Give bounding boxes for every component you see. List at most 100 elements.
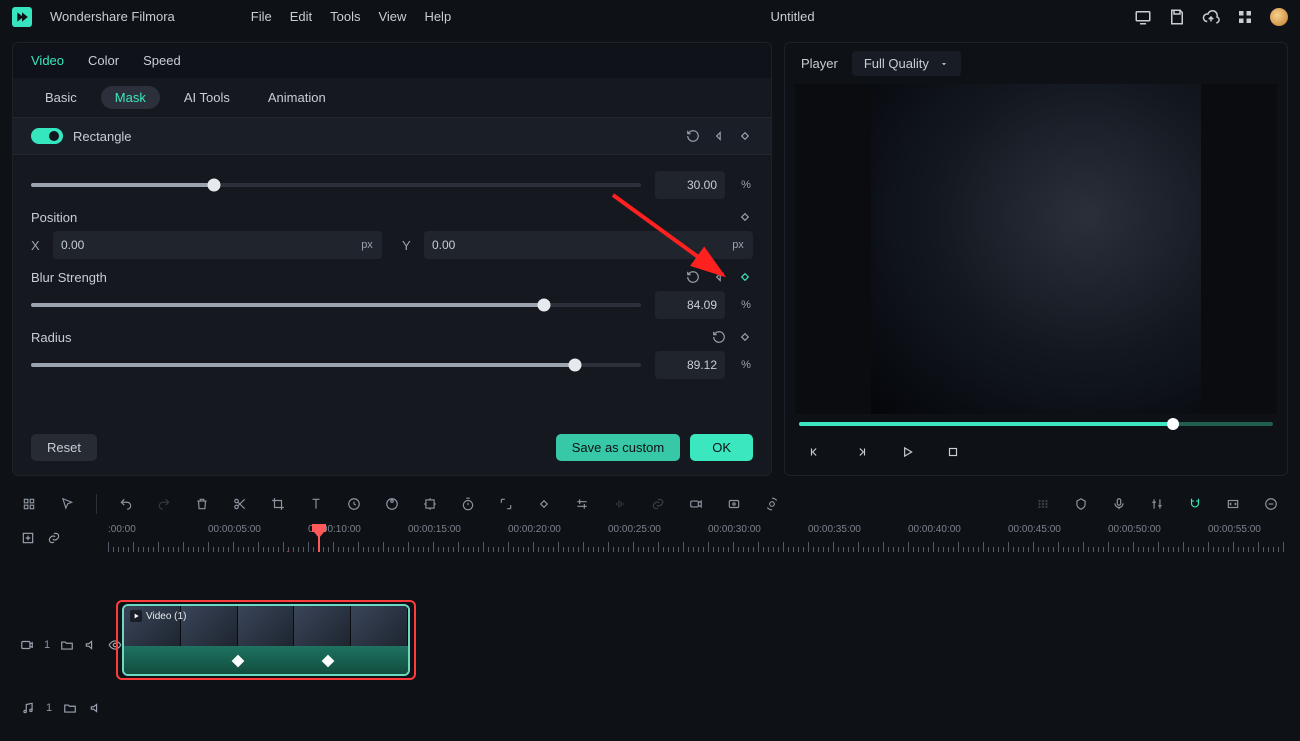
frame-forward-icon[interactable] xyxy=(851,442,871,462)
text-icon[interactable] xyxy=(307,495,325,513)
chevron-down-icon[interactable] xyxy=(749,155,765,157)
video-track-number: 1 xyxy=(44,639,50,651)
record-icon[interactable] xyxy=(687,495,705,513)
menu-edit[interactable]: Edit xyxy=(290,9,312,24)
annotation-arrow-2 xyxy=(236,550,326,552)
select-icon[interactable] xyxy=(20,495,38,513)
video-track-icon[interactable] xyxy=(20,637,34,653)
radius-keyframe-icon[interactable] xyxy=(737,329,753,345)
blur-value[interactable]: 84.09 xyxy=(655,291,725,319)
crop-icon[interactable] xyxy=(269,495,287,513)
cloud-upload-icon[interactable] xyxy=(1202,8,1220,26)
subtab-animation[interactable]: Animation xyxy=(254,86,340,109)
mixer-icon[interactable] xyxy=(1148,495,1166,513)
audio-track-number: 1 xyxy=(46,702,52,714)
primary-tabs: Video Color Speed xyxy=(13,43,771,78)
color-icon[interactable] xyxy=(383,495,401,513)
radius-value[interactable]: 89.12 xyxy=(655,351,725,379)
user-avatar[interactable] xyxy=(1270,8,1288,26)
subtab-mask[interactable]: Mask xyxy=(101,86,160,109)
zoom-out-icon[interactable] xyxy=(1262,495,1280,513)
tab-color[interactable]: Color xyxy=(88,53,119,68)
save-icon[interactable] xyxy=(1168,8,1186,26)
tab-speed[interactable]: Speed xyxy=(143,53,181,68)
ok-button[interactable]: OK xyxy=(690,434,753,461)
time-ruler[interactable]: :00:0000:00:05:0000:00:10:0000:00:15:000… xyxy=(108,524,1288,552)
video-clip[interactable]: Video (1) xyxy=(122,604,410,676)
top-slider[interactable] xyxy=(31,183,641,187)
player-label: Player xyxy=(801,56,838,71)
transform-icon[interactable] xyxy=(421,495,439,513)
reset-section-icon[interactable] xyxy=(685,128,701,144)
app-logo xyxy=(12,7,32,27)
subtab-basic[interactable]: Basic xyxy=(31,86,91,109)
save-as-custom-button[interactable]: Save as custom xyxy=(556,434,681,461)
snapshot-icon[interactable] xyxy=(725,495,743,513)
radius-label: Radius xyxy=(31,330,71,345)
menu-tools[interactable]: Tools xyxy=(330,9,360,24)
grid-icon[interactable] xyxy=(1236,8,1254,26)
marker-icon[interactable] xyxy=(1072,495,1090,513)
player-panel: Player Full Quality xyxy=(784,42,1288,476)
keyframe-diamond-icon[interactable] xyxy=(737,128,753,144)
dots-icon[interactable] xyxy=(1034,495,1052,513)
play-icon[interactable] xyxy=(897,442,917,462)
section-title: Rectangle xyxy=(73,129,132,144)
scissors-icon[interactable] xyxy=(231,495,249,513)
folder-icon[interactable] xyxy=(60,637,74,653)
inspector-panel: Video Color Speed Basic Mask AI Tools An… xyxy=(12,42,772,476)
audio-folder-icon[interactable] xyxy=(62,700,78,716)
eq-icon[interactable] xyxy=(611,495,629,513)
blur-slider[interactable] xyxy=(31,303,641,307)
annotation-arrow-1 xyxy=(603,185,753,295)
document-title: Untitled xyxy=(451,9,1134,24)
menu-file[interactable]: File xyxy=(251,9,272,24)
app-name: Wondershare Filmora xyxy=(50,9,175,24)
menu-help[interactable]: Help xyxy=(424,9,451,24)
playhead[interactable] xyxy=(318,524,320,552)
audio-track-icon[interactable] xyxy=(20,700,36,716)
reset-button[interactable]: Reset xyxy=(31,434,97,461)
expand-icon[interactable] xyxy=(497,495,515,513)
playback-scrubber[interactable] xyxy=(799,422,1273,426)
audio-mute-icon[interactable] xyxy=(88,700,104,716)
timeline-toolbar xyxy=(12,484,1288,524)
mask-icon[interactable] xyxy=(535,495,553,513)
preview-viewport[interactable] xyxy=(795,84,1277,414)
position-x-input[interactable]: 0.00px xyxy=(53,231,382,259)
undo-icon[interactable] xyxy=(117,495,135,513)
delete-icon[interactable] xyxy=(193,495,211,513)
keyframe-prev-icon[interactable] xyxy=(711,128,727,144)
link-icon[interactable] xyxy=(649,495,667,513)
radius-unit: % xyxy=(739,359,753,371)
blur-label: Blur Strength xyxy=(31,270,107,285)
subtab-ai-tools[interactable]: AI Tools xyxy=(170,86,244,109)
menu-view[interactable]: View xyxy=(378,9,406,24)
y-label: Y xyxy=(402,238,416,253)
radius-reset-icon[interactable] xyxy=(711,329,727,345)
visible-icon[interactable] xyxy=(108,637,122,653)
tab-video[interactable]: Video xyxy=(31,53,64,68)
render-icon[interactable] xyxy=(763,495,781,513)
sub-tabs: Basic Mask AI Tools Animation xyxy=(13,78,771,117)
stop-icon[interactable] xyxy=(943,442,963,462)
mute-icon[interactable] xyxy=(84,637,98,653)
screen-icon[interactable] xyxy=(1134,8,1152,26)
rectangle-toggle[interactable] xyxy=(31,128,63,144)
speed-icon[interactable] xyxy=(345,495,363,513)
quality-dropdown[interactable]: Full Quality xyxy=(852,51,961,76)
cursor-icon[interactable] xyxy=(58,495,76,513)
fit-icon[interactable] xyxy=(1224,495,1242,513)
menubar: Wondershare Filmora File Edit Tools View… xyxy=(0,0,1300,34)
auto-ripple-icon[interactable] xyxy=(46,530,62,546)
timer-icon[interactable] xyxy=(459,495,477,513)
magnet-icon[interactable] xyxy=(1186,495,1204,513)
frame-back-icon[interactable] xyxy=(805,442,825,462)
redo-icon[interactable] xyxy=(155,495,173,513)
clip-label: Video (1) xyxy=(146,611,186,622)
position-label: Position xyxy=(31,210,77,225)
mic-icon[interactable] xyxy=(1110,495,1128,513)
adjust-icon[interactable] xyxy=(573,495,591,513)
add-track-icon[interactable] xyxy=(20,530,36,546)
radius-slider[interactable] xyxy=(31,363,641,367)
